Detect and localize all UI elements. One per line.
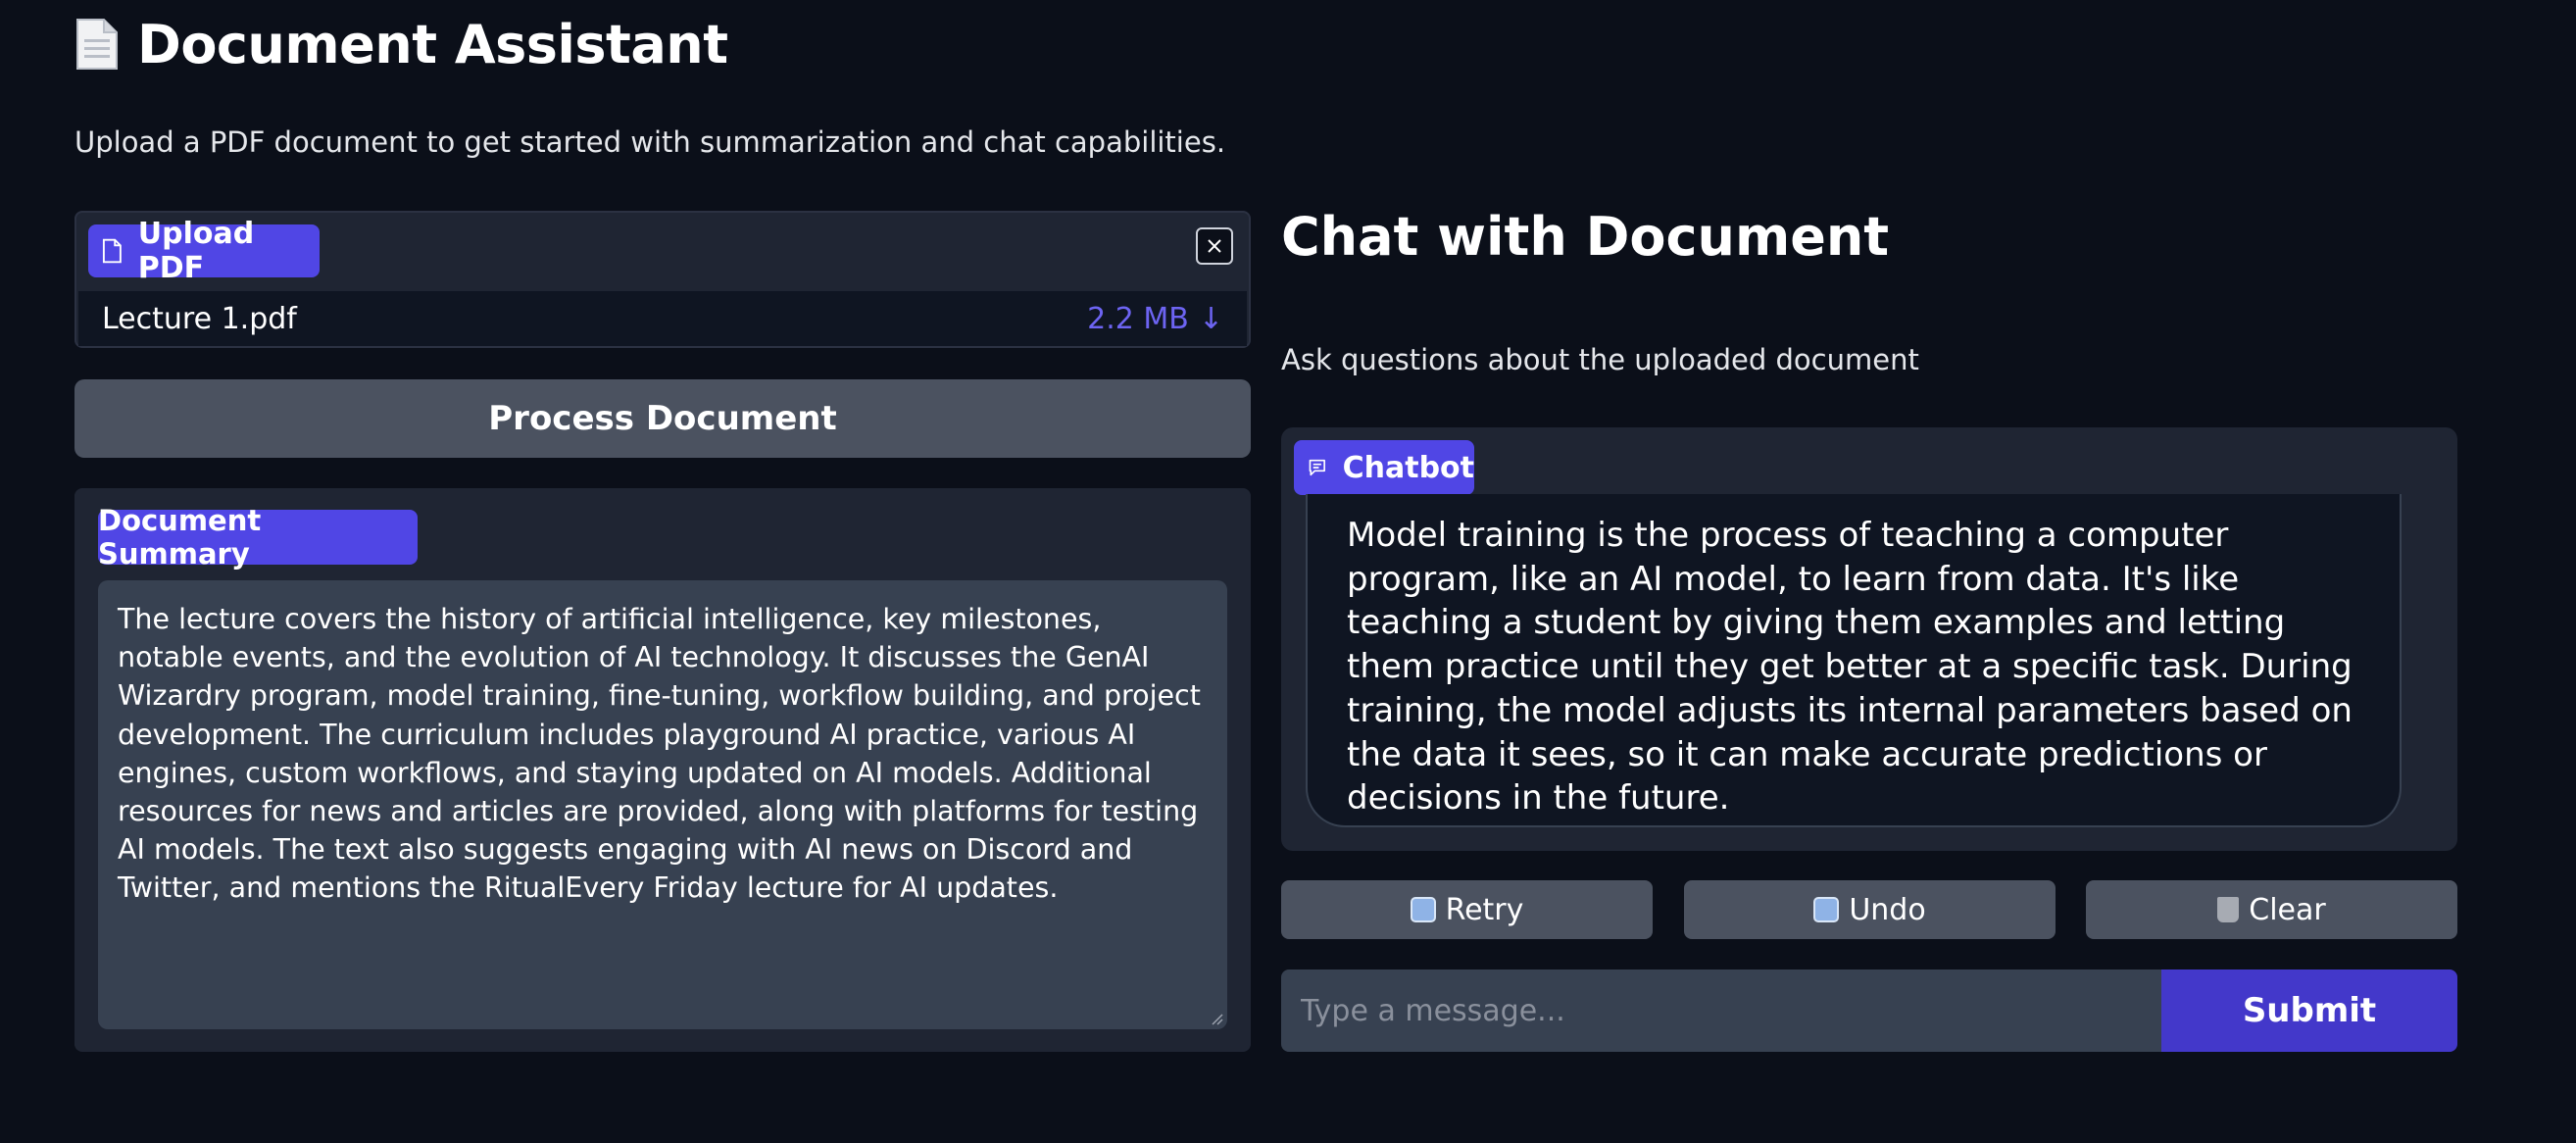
download-arrow-icon: ↓	[1198, 301, 1223, 336]
page-title-row: Document Assistant	[74, 10, 728, 78]
page-subtitle: Upload a PDF document to get started wit…	[74, 125, 1226, 159]
retry-button[interactable]: Retry	[1281, 880, 1653, 939]
undo-label: Undo	[1849, 892, 1926, 927]
file-upload-panel[interactable]: Upload PDF Lecture 1.pdf 2.2 MB ↓	[74, 211, 1251, 348]
chat-description: Ask questions about the uploaded documen…	[1281, 343, 1919, 376]
page-facing-up-icon	[74, 18, 120, 71]
chat-title: Chat with Document	[1281, 206, 1890, 268]
document-summary-textbox[interactable]: The lecture covers the history of artifi…	[98, 580, 1227, 1029]
upload-pdf-text: Upload PDF	[137, 217, 255, 285]
resize-handle-icon[interactable]	[1208, 1010, 1223, 1025]
clear-button[interactable]: Clear	[2086, 880, 2457, 939]
chatbot-label-text: Chatbot	[1342, 450, 1474, 485]
clear-label: Clear	[2249, 892, 2326, 927]
close-icon	[1208, 239, 1221, 253]
retry-label: Retry	[1445, 892, 1524, 927]
page-title: Document Assistant	[137, 13, 728, 75]
file-size: 2.2 MB	[1087, 301, 1189, 336]
document-summary-panel: Document Summary The lecture covers the …	[74, 488, 1251, 1052]
retry-icon	[1410, 897, 1436, 922]
file-icon	[102, 238, 122, 264]
submit-button[interactable]: Submit	[2161, 969, 2457, 1052]
bot-message: Model training is the process of teachin…	[1306, 494, 2402, 827]
uploaded-file-row: Lecture 1.pdf 2.2 MB ↓	[78, 291, 1247, 346]
file-download-link[interactable]: 2.2 MB ↓	[1087, 302, 1223, 336]
message-input[interactable]	[1281, 969, 2161, 1052]
undo-icon	[1813, 897, 1840, 922]
process-document-button[interactable]: Process Document	[74, 379, 1251, 458]
chatbot-label: Chatbot	[1294, 440, 1474, 495]
chat-bubble-icon	[1309, 459, 1325, 476]
undo-button[interactable]: Undo	[1684, 880, 2056, 939]
file-name: Lecture 1.pdf	[102, 301, 297, 336]
wastebasket-icon	[2217, 897, 2240, 922]
document-summary-label: Document Summary	[98, 504, 418, 571]
clear-file-button[interactable]	[1196, 227, 1233, 265]
chatbot-panel: Chatbot Model training is the process of…	[1281, 427, 2457, 851]
document-summary-text: The lecture covers the history of artifi…	[118, 603, 1201, 905]
upload-pdf-label: Upload PDF	[88, 217, 320, 285]
